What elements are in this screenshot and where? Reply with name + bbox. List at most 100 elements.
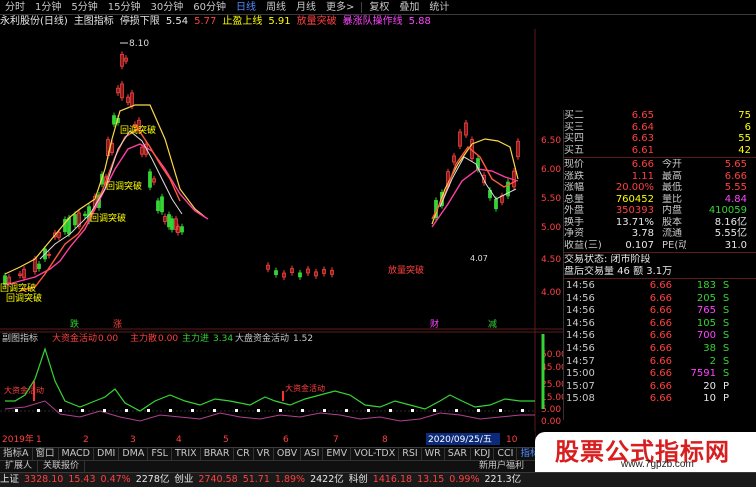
statistics-button[interactable]: 统计: [424, 0, 454, 15]
tab-emv[interactable]: EMV: [323, 448, 352, 460]
tab-indicator-a[interactable]: 指标A: [0, 448, 33, 460]
tick-time: 14:56: [566, 330, 595, 342]
tab-window[interactable]: 窗口: [33, 448, 59, 460]
stat-label: 收益(三): [564, 239, 602, 251]
month-tick: 5: [223, 435, 229, 445]
tick-time: 14:56: [566, 305, 595, 317]
stat-label: 最高: [662, 170, 682, 182]
tick-time: 14:56: [566, 292, 595, 304]
tick-volume: 765: [696, 305, 716, 317]
month-tick: 4: [176, 435, 182, 445]
tab-cci[interactable]: CCI: [494, 448, 518, 460]
signal-annotation: 回调突破: [106, 180, 142, 192]
tab-brar[interactable]: BRAR: [201, 448, 234, 460]
tick-volume: 2: [709, 355, 716, 367]
sub-dot: [279, 409, 282, 412]
tab-15min[interactable]: 15分钟: [103, 0, 146, 15]
tab-60min[interactable]: 60分钟: [188, 0, 231, 15]
tab-vr[interactable]: VR: [254, 448, 274, 460]
price-tick: 5.00: [541, 223, 561, 233]
bid-row[interactable]: 买五 6.61 42: [564, 145, 756, 157]
stock-title: 永利股份(日线): [0, 16, 68, 27]
tick-row: 14:56 6.66 205 S: [564, 293, 756, 306]
tab-more[interactable]: 更多>: [321, 0, 359, 15]
tick-price: 6.66: [649, 393, 672, 405]
candle-series: [3, 51, 520, 288]
tab-dma[interactable]: DMA: [119, 448, 149, 460]
stat-row: 总量 760452 量比 4.84: [564, 194, 756, 206]
sub-dot: [235, 409, 238, 412]
adjust-button[interactable]: 复权: [364, 0, 394, 15]
change-value: 1.11: [631, 170, 654, 182]
candle-body: [494, 198, 498, 210]
stat-label: 涨跌: [564, 170, 584, 182]
tab-trix[interactable]: TRIX: [172, 448, 201, 460]
candle-body: [73, 214, 77, 226]
signal-annotation: 回调突破: [90, 212, 126, 224]
stop-loss-label: 停损下限: [119, 16, 160, 27]
cy-label[interactable]: 创业: [174, 473, 193, 487]
tab-macd[interactable]: MACD: [59, 448, 94, 460]
tab-dmi[interactable]: DMI: [94, 448, 120, 460]
trade-status-text: 交易状态: 闭市阶段: [564, 254, 651, 265]
tab-wr[interactable]: WR: [422, 448, 445, 460]
tab-new-user[interactable]: 新用户福利: [474, 461, 529, 472]
bid-row[interactable]: 买四 6.63 55: [564, 133, 756, 145]
tick-price: 6.66: [649, 355, 672, 367]
month-tick: 7: [333, 435, 339, 445]
big-fund-value: 0.00: [98, 334, 118, 344]
sub-dot: [477, 409, 480, 412]
tab-daily[interactable]: 日线: [231, 0, 261, 15]
big-fund-label: 大资金活动: [52, 332, 97, 344]
bid-price: 6.64: [631, 121, 654, 133]
volume-ratio-value: 4.84: [724, 193, 747, 205]
tab-kdj[interactable]: KDJ: [471, 448, 495, 460]
tick-time: 14:56: [566, 342, 595, 354]
tick-side: S: [722, 292, 730, 304]
tick-side: S: [722, 368, 730, 380]
kc-amount: 221.3亿: [484, 474, 522, 485]
tab-related-quote[interactable]: 关联报价: [38, 461, 86, 472]
sh-label[interactable]: 上证: [0, 473, 19, 487]
bid-row[interactable]: 买三 6.64 6: [564, 122, 756, 134]
tab-monthly[interactable]: 月线: [291, 0, 321, 15]
month-tick: 10: [506, 435, 518, 445]
bid-volume: 55: [738, 133, 751, 144]
tab-fsl[interactable]: FSL: [148, 448, 172, 460]
stat-label: 最低: [662, 182, 682, 193]
sub-dot: [521, 409, 524, 412]
marker-finance: 财: [430, 318, 439, 330]
tab-5min[interactable]: 5分钟: [66, 0, 102, 15]
tick-volume: 20: [703, 380, 716, 392]
tab-extension[interactable]: 扩展人: [0, 461, 39, 472]
tab-obv[interactable]: OBV: [274, 448, 302, 460]
tab-vol-tdx[interactable]: VOL-TDX: [351, 448, 400, 460]
tab-rsi[interactable]: RSI: [399, 448, 422, 460]
overlay-button[interactable]: 叠加: [394, 0, 424, 15]
bid-row[interactable]: 买二 6.65 75: [564, 110, 756, 122]
tick-row: 15:00 6.66 7591 S: [564, 368, 756, 381]
tab-asi[interactable]: ASI: [301, 448, 324, 460]
kline-chart[interactable]: 6.50 6.00 5.50 5.00 4.50 4.00 8.10 4.07 …: [0, 29, 563, 447]
sub-chart-title[interactable]: 副图指标: [2, 332, 38, 344]
tab-sar[interactable]: SAR: [445, 448, 471, 460]
turnover-value: 13.71%: [615, 216, 654, 228]
month-tick: 2: [83, 435, 89, 445]
price-tick: 4.50: [541, 255, 561, 265]
tab-minute[interactable]: 分时: [0, 0, 30, 15]
candle-body: [112, 115, 116, 125]
tab-cr[interactable]: CR: [234, 448, 254, 460]
kc-label[interactable]: 科创: [349, 473, 368, 487]
price-tick: 6.00: [541, 165, 561, 175]
sub-dot: [455, 409, 458, 412]
tab-1min[interactable]: 1分钟: [30, 0, 66, 15]
tab-weekly[interactable]: 周线: [261, 0, 291, 15]
sub-dot: [257, 409, 260, 412]
tick-row: 15:08 6.66 10 P: [564, 393, 756, 406]
tick-price: 6.66: [649, 317, 672, 329]
tab-30min[interactable]: 30分钟: [145, 0, 188, 15]
market-fund-value: 1.52: [293, 334, 313, 344]
stat-label: 内盘: [662, 205, 682, 216]
indicator-name[interactable]: 主图指标: [74, 15, 114, 29]
tick-row: 14:56 6.66 38 S: [564, 343, 756, 356]
